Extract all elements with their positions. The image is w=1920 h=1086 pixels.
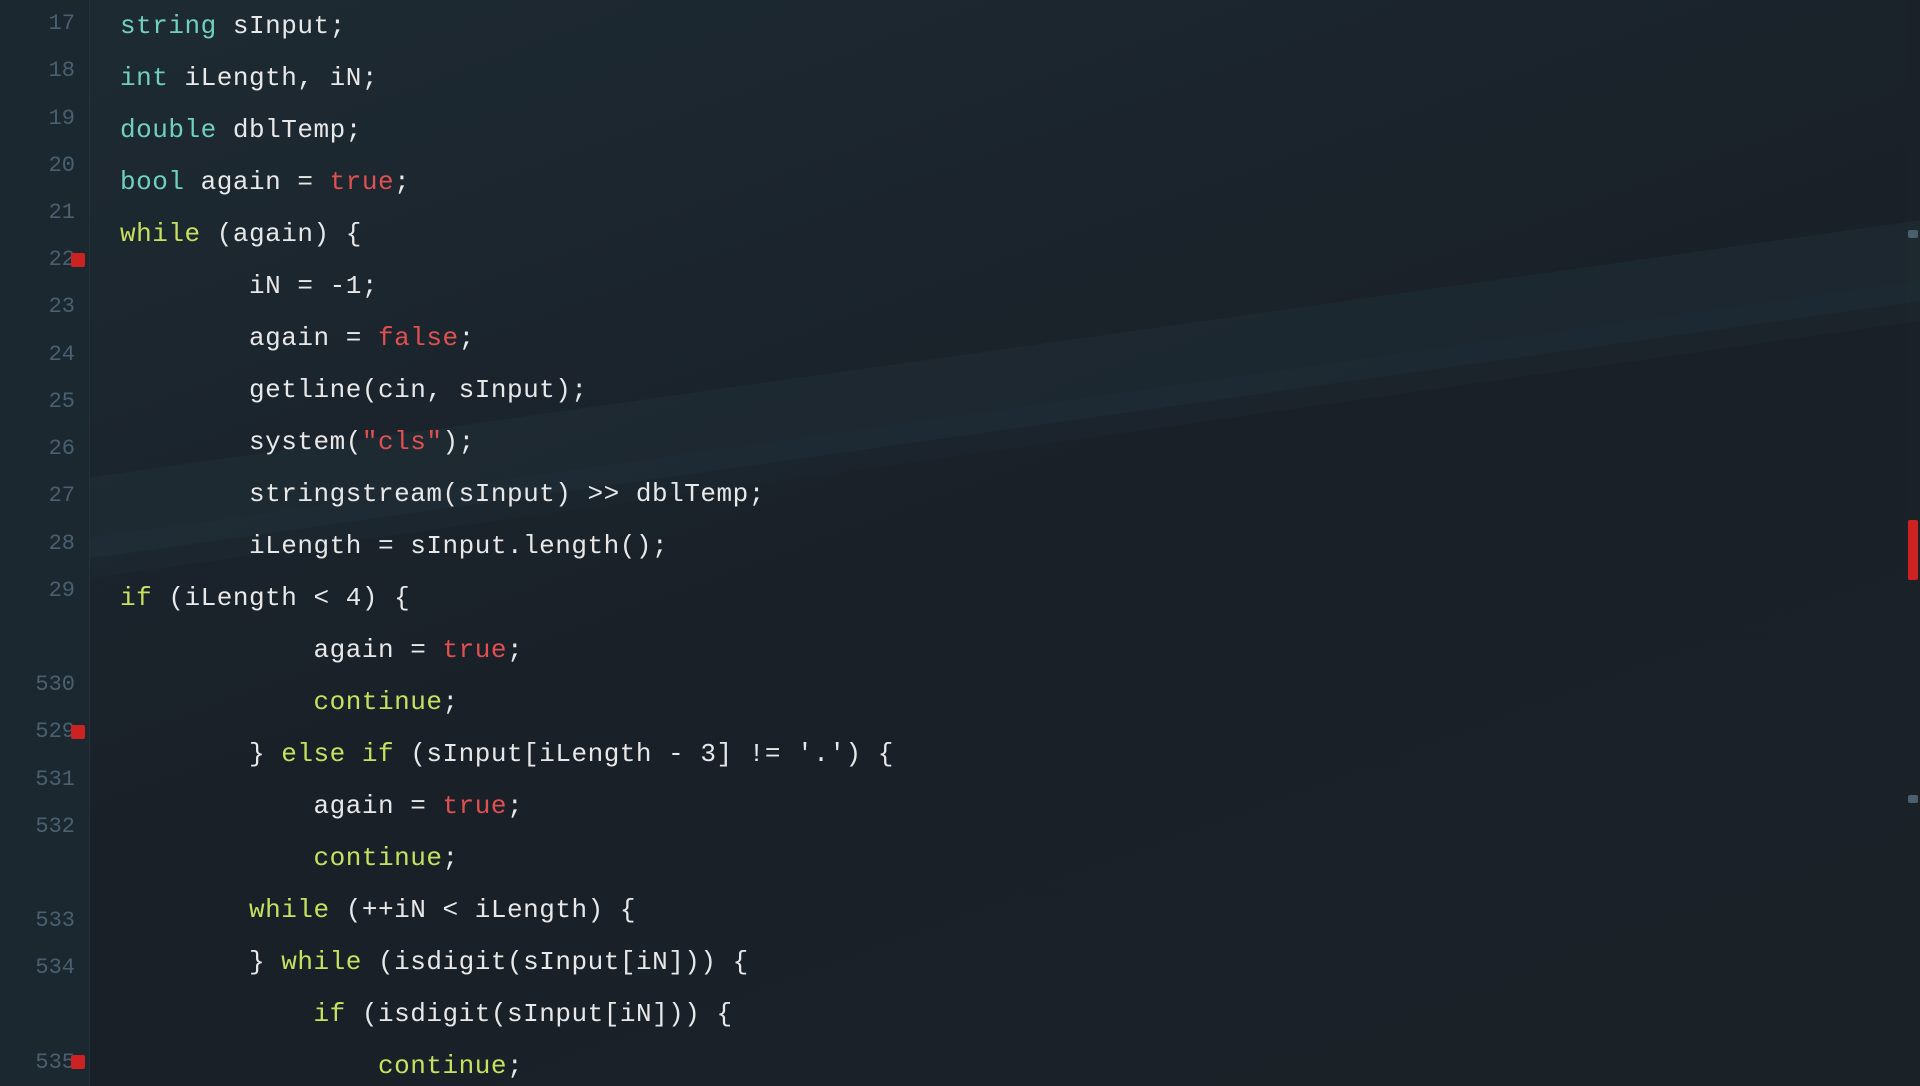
token-string-kw: string [120, 11, 233, 41]
line-534: 534 [0, 944, 89, 991]
code-line-531: again = true; [120, 780, 1920, 832]
code-line-while2: while (++iN < iLength) { [120, 884, 1920, 936]
line-20: 20 [0, 142, 89, 189]
code-line-18: int iLength, iN; [120, 52, 1920, 104]
line-gutter: 17 18 19 20 21 22 23 24 25 26 27 28 29 5… [0, 0, 90, 1086]
token-continue3: continue [378, 1051, 507, 1081]
token-if2: if [313, 999, 361, 1029]
code-line-28: if (iLength < 4) { [120, 572, 1920, 624]
code-line-19: double dblTemp; [120, 104, 1920, 156]
line-532: 532 [0, 803, 89, 850]
token-while2: while [249, 895, 346, 925]
token-continue2: continue [313, 843, 442, 873]
line-24: 24 [0, 331, 89, 378]
code-line-24: getline(cin, sInput); [120, 364, 1920, 416]
line-29: 29 [0, 567, 89, 614]
code-line-17: string sInput; [120, 0, 1920, 52]
line-529: 529 [0, 708, 89, 755]
line-17: 17 [0, 0, 89, 47]
line-19: 19 [0, 94, 89, 141]
line-25: 25 [0, 378, 89, 425]
line-21: 21 [0, 189, 89, 236]
line-23: 23 [0, 283, 89, 330]
line-empty3 [0, 992, 89, 1039]
line-18: 18 [0, 47, 89, 94]
line-27: 27 [0, 472, 89, 519]
line-empty1 [0, 614, 89, 661]
token-double-kw: double [120, 115, 233, 145]
token-cls-string: "cls" [362, 427, 443, 457]
line-26: 26 [0, 425, 89, 472]
line-empty2 [0, 850, 89, 897]
line-531: 531 [0, 756, 89, 803]
code-line-25: system("cls"); [120, 416, 1920, 468]
line-533: 533 [0, 897, 89, 944]
token-if: if [120, 583, 168, 613]
code-line-29: again = true; [120, 624, 1920, 676]
code-content: string sInput; int iLength, iN; double d… [90, 0, 1920, 1086]
code-line-22: iN = -1; [120, 260, 1920, 312]
line-530: 530 [0, 661, 89, 708]
token-while: while [120, 219, 217, 249]
token-else-if: else if [281, 739, 410, 769]
line-22: 22 [0, 236, 89, 283]
code-line-533: } while (isdigit(sInput[iN])) { [120, 936, 1920, 988]
code-line-26: stringstream(sInput) >> dblTemp; [120, 468, 1920, 520]
code-line-21: while (again) { [120, 208, 1920, 260]
token-int-kw: int [120, 63, 185, 93]
line-28: 28 [0, 519, 89, 566]
code-line-532: continue; [120, 832, 1920, 884]
token-bool-kw: bool [120, 167, 201, 197]
editor-container: 17 18 19 20 21 22 23 24 25 26 27 28 29 5… [0, 0, 1920, 1086]
code-line-continue3: continue; [120, 1040, 1920, 1086]
code-line-27: iLength = sInput.length(); [120, 520, 1920, 572]
token-while3: while [281, 947, 378, 977]
token-continue1: continue [313, 687, 442, 717]
code-line-534: if (isdigit(sInput[iN])) { [120, 988, 1920, 1040]
code-line-23: again = false; [120, 312, 1920, 364]
code-line-20: bool again = true; [120, 156, 1920, 208]
code-line-continue1: continue; [120, 676, 1920, 728]
line-535: 535 [0, 1039, 89, 1086]
code-line-530: } else if (sInput[iLength - 3] != '.') { [120, 728, 1920, 780]
